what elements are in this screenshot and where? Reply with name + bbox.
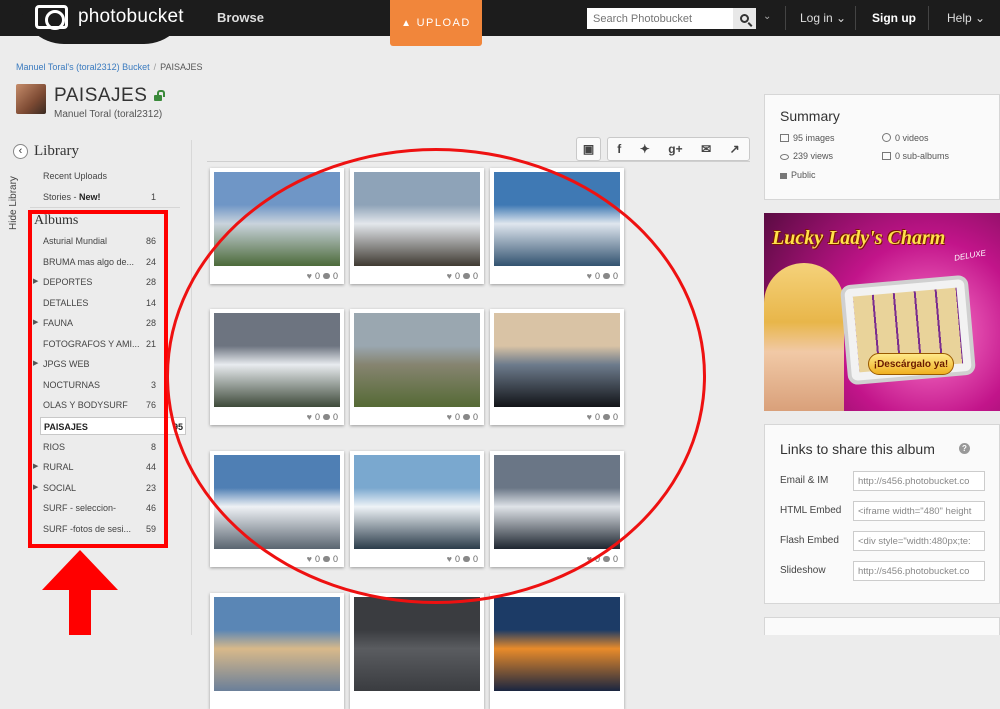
flash-embed-label: Flash Embed — [780, 535, 839, 546]
login-link[interactable]: Log in ⌄ — [800, 11, 846, 25]
slideshow-icon: ▣ — [582, 142, 595, 156]
page-title: PAISAJES — [54, 85, 148, 106]
html-embed-label: HTML Embed — [780, 505, 842, 516]
album-owner[interactable]: Manuel Toral (toral2312) — [54, 109, 162, 120]
stories-link[interactable]: Stories - New! — [43, 192, 101, 202]
share-links-title: Links to share this album — [780, 441, 935, 457]
annotation-highlight-rectangle — [28, 210, 168, 548]
privacy-label: Public — [791, 170, 816, 180]
sidebar-separator — [30, 207, 180, 208]
videos-count: 0 videos — [882, 133, 929, 143]
photo-thumbnail[interactable] — [210, 593, 344, 709]
video-icon — [882, 133, 891, 142]
signup-link[interactable]: Sign up — [872, 11, 916, 25]
next-panel — [764, 617, 1000, 635]
videos-count-label: 0 videos — [895, 133, 929, 143]
help-icon[interactable]: ? — [959, 443, 970, 454]
flash-embed-field[interactable] — [853, 531, 985, 551]
eye-icon — [780, 154, 789, 160]
search-input[interactable] — [587, 8, 733, 29]
share-links-panel: Links to share this album ? Email & IM H… — [764, 424, 1000, 604]
help-menu[interactable]: Help ⌄ — [947, 11, 985, 25]
upload-arrow-icon: ▲ — [401, 17, 413, 29]
nav-divider — [785, 6, 786, 30]
hide-library-toggle[interactable]: Hide Library — [8, 176, 19, 230]
help-label: Help — [947, 11, 972, 25]
browse-link[interactable]: Browse — [217, 10, 264, 25]
nav-divider — [855, 6, 856, 30]
breadcrumb-separator: / — [153, 62, 157, 72]
comments-count: 0 — [612, 554, 618, 564]
photo-image[interactable] — [354, 597, 480, 691]
ad-character-image — [764, 263, 844, 411]
upload-button[interactable]: ▲ UPLOAD — [390, 0, 482, 46]
annotation-highlight-oval — [166, 148, 706, 604]
photo-thumbnail[interactable] — [490, 593, 624, 709]
unlock-icon[interactable] — [154, 90, 165, 101]
google-plus-icon[interactable]: g+ — [668, 142, 682, 156]
photo-image[interactable] — [214, 597, 340, 691]
summary-panel: Summary 95 images 0 videos 239 views 0 s… — [764, 94, 1000, 200]
photo-image[interactable] — [494, 597, 620, 691]
logo-text: photobucket — [78, 6, 184, 27]
ad-subtitle: DELUXE — [953, 248, 987, 263]
avatar[interactable] — [16, 84, 46, 114]
ad-title: Lucky Lady's Charm — [772, 227, 946, 249]
breadcrumb-owner-link[interactable]: Manuel Toral's (toral2312) Bucket — [16, 62, 150, 72]
slideshow-link-field[interactable] — [853, 561, 985, 581]
new-badge: New! — [79, 192, 101, 202]
views-count: 239 views — [780, 151, 833, 161]
upload-label: UPLOAD — [416, 17, 471, 29]
social-share-group: f ✦ g+ ✉ ↗ — [607, 137, 750, 161]
annotation-arrow-shaft — [69, 588, 91, 635]
html-embed-field[interactable] — [853, 501, 985, 521]
comment-icon[interactable] — [602, 556, 610, 562]
search-icon — [740, 14, 749, 23]
email-im-link-field[interactable] — [853, 471, 985, 491]
slideshow-label: Slideshow — [780, 565, 826, 576]
recent-uploads-link[interactable]: Recent Uploads — [43, 171, 107, 181]
privacy-status[interactable]: Public — [780, 170, 816, 180]
top-navigation-bar: photobucket Browse ▲ UPLOAD ⌄ Log in ⌄ S… — [0, 0, 1000, 46]
search-button[interactable] — [733, 8, 756, 29]
photo-thumbnail[interactable] — [350, 593, 484, 709]
images-count-label: 95 images — [793, 133, 835, 143]
unlock-icon — [780, 173, 787, 179]
email-icon[interactable]: ✉ — [701, 142, 711, 156]
help-chevron-icon: ⌄ — [975, 11, 986, 25]
collapse-library-button[interactable]: ‹ — [13, 144, 28, 159]
camera-logo-icon — [35, 5, 68, 30]
share-icon[interactable]: ↗ — [730, 142, 740, 156]
annotation-arrow-icon — [42, 550, 118, 590]
advertisement-banner[interactable]: Lucky Lady's Charm DELUXE ¡Descárgalo ya… — [764, 213, 1000, 411]
login-chevron-icon: ⌄ — [836, 11, 847, 25]
summary-title: Summary — [780, 108, 840, 124]
nav-divider — [928, 6, 929, 30]
stories-count: 1 — [151, 192, 157, 202]
subalbums-count: 0 sub-albums — [882, 151, 949, 161]
subalbums-count-label: 0 sub-albums — [895, 151, 950, 161]
views-count-label: 239 views — [793, 151, 834, 161]
photobucket-logo[interactable]: photobucket — [20, 0, 188, 44]
facebook-icon[interactable]: f — [617, 142, 621, 156]
stories-label: Stories - — [43, 192, 80, 202]
search-options-chevron-icon[interactable]: ⌄ — [763, 11, 771, 22]
images-count: 95 images — [780, 133, 835, 143]
subalbum-icon — [882, 152, 891, 160]
twitter-icon[interactable]: ✦ — [640, 142, 650, 156]
login-label: Log in — [800, 11, 833, 25]
slideshow-button[interactable]: ▣ — [576, 137, 601, 161]
breadcrumb-current: PAISAJES — [160, 62, 203, 72]
email-im-label: Email & IM — [780, 475, 829, 486]
ad-download-button[interactable]: ¡Descárgalo ya! — [868, 353, 954, 375]
breadcrumb: Manuel Toral's (toral2312) Bucket / PAISAJ… — [16, 62, 203, 72]
image-icon — [780, 134, 789, 142]
library-title: Library — [34, 143, 79, 159]
